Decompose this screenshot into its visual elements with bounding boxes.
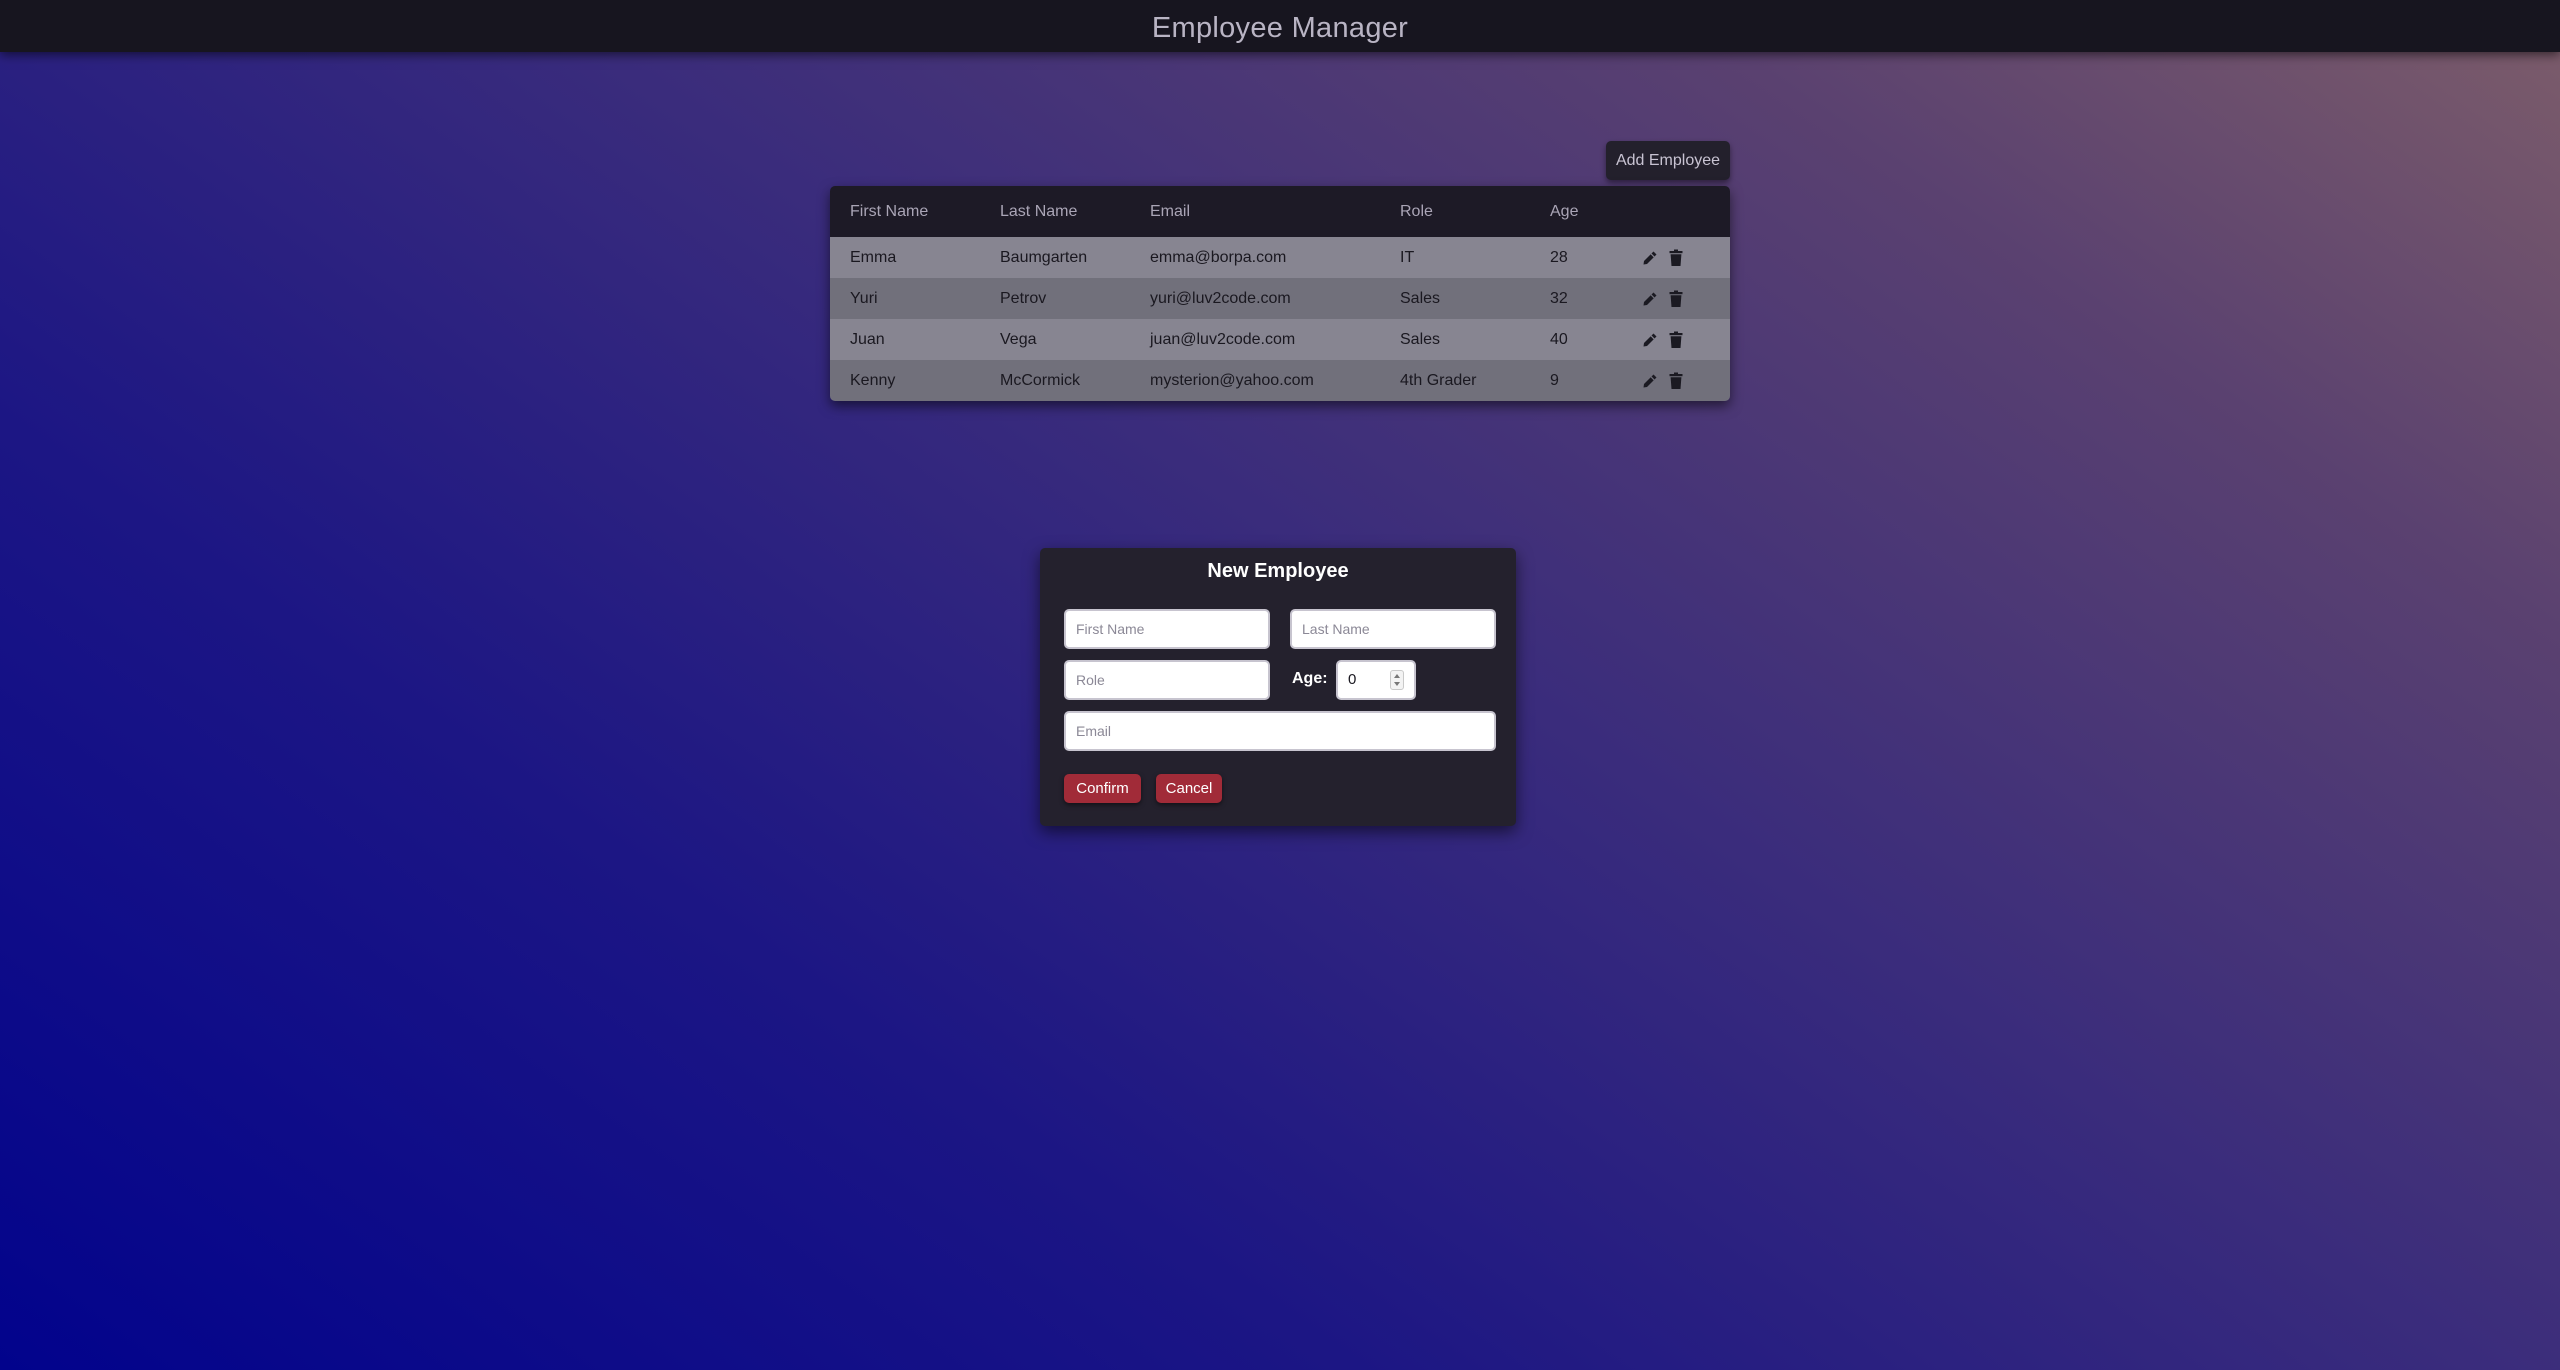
column-header-actions (1630, 186, 1730, 237)
column-header-age[interactable]: Age (1530, 186, 1630, 237)
chevron-up-icon[interactable] (1394, 674, 1400, 678)
add-employee-button[interactable]: Add Employee (1606, 141, 1730, 180)
age-spinner[interactable] (1390, 670, 1404, 690)
cell-last-name: McCormick (1000, 371, 1080, 389)
cell-age: 9 (1550, 371, 1559, 389)
cell-email: yuri@luv2code.com (1150, 289, 1291, 307)
column-header-role[interactable]: Role (1380, 186, 1530, 237)
cell-email: juan@luv2code.com (1150, 330, 1296, 348)
app-title: Employee Manager (1151, 12, 1409, 44)
table-row: Emma Baumgarten emma@borpa.com IT 28 (830, 237, 1730, 278)
cancel-button[interactable]: Cancel (1156, 774, 1222, 803)
cell-last-name: Baumgarten (1000, 248, 1088, 266)
trash-icon[interactable] (1668, 249, 1684, 267)
cell-role: IT (1400, 248, 1415, 266)
row-actions (1630, 278, 1730, 319)
column-header-email[interactable]: Email (1130, 186, 1380, 237)
cell-role: 4th Grader (1400, 371, 1477, 389)
row-actions (1630, 360, 1730, 401)
table-header-row: First Name Last Name Email Role Age (830, 186, 1730, 237)
pencil-icon[interactable] (1642, 372, 1658, 390)
trash-icon[interactable] (1668, 331, 1684, 349)
row-actions (1630, 319, 1730, 360)
age-value: 0 (1348, 671, 1357, 688)
employee-table-card: First Name Last Name Email Role Age Emma… (830, 186, 1730, 401)
confirm-button[interactable]: Confirm (1064, 774, 1141, 803)
app-header: Employee Manager (0, 0, 2560, 52)
email-input[interactable] (1064, 711, 1496, 751)
pencil-icon[interactable] (1642, 249, 1658, 267)
last-name-input[interactable] (1290, 609, 1496, 649)
cell-age: 28 (1550, 248, 1568, 266)
table-row: Yuri Petrov yuri@luv2code.com Sales 32 (830, 278, 1730, 319)
modal-title: New Employee (1207, 560, 1349, 582)
cell-last-name: Petrov (1000, 289, 1047, 307)
column-header-first-name[interactable]: First Name (830, 186, 980, 237)
cell-role: Sales (1400, 289, 1441, 307)
cell-email: mysterion@yahoo.com (1150, 371, 1314, 389)
cell-first-name: Emma (850, 248, 897, 266)
cell-last-name: Vega (1000, 330, 1037, 348)
first-name-input[interactable] (1064, 609, 1270, 649)
cell-first-name: Yuri (850, 289, 878, 307)
cell-role: Sales (1400, 330, 1441, 348)
age-label: Age: (1292, 670, 1328, 687)
pencil-icon[interactable] (1642, 331, 1658, 349)
employee-table: First Name Last Name Email Role Age Emma… (830, 186, 1730, 401)
cell-age: 40 (1550, 330, 1568, 348)
role-input[interactable] (1064, 660, 1270, 700)
row-actions (1630, 237, 1730, 278)
column-header-last-name[interactable]: Last Name (980, 186, 1130, 237)
pencil-icon[interactable] (1642, 290, 1658, 308)
age-number-input[interactable]: 0 (1336, 660, 1416, 700)
cell-email: emma@borpa.com (1150, 248, 1287, 266)
table-row: Kenny McCormick mysterion@yahoo.com 4th … (830, 360, 1730, 401)
chevron-down-icon[interactable] (1394, 682, 1400, 686)
table-row: Juan Vega juan@luv2code.com Sales 40 (830, 319, 1730, 360)
cell-age: 32 (1550, 289, 1568, 307)
trash-icon[interactable] (1668, 290, 1684, 308)
cell-first-name: Juan (850, 330, 885, 348)
trash-icon[interactable] (1668, 372, 1684, 390)
new-employee-modal: New Employee Age: 0 Confirm Cancel (1040, 548, 1516, 826)
cell-first-name: Kenny (850, 371, 896, 389)
